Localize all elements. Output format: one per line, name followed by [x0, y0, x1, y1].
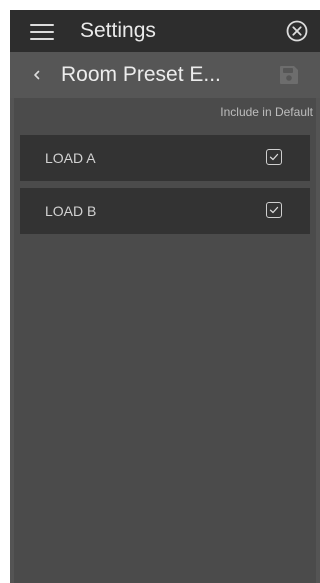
chevron-left-icon[interactable] [30, 66, 44, 84]
include-checkbox[interactable] [266, 149, 282, 165]
column-header: Include in Default [220, 105, 313, 119]
list-item-load-b[interactable]: LOAD B [20, 188, 310, 234]
list-item-label: LOAD B [45, 203, 97, 219]
page-title: Room Preset E... [61, 63, 221, 86]
checkmark-icon [269, 153, 279, 161]
app-window: Settings Room Preset E... Include in Def… [10, 10, 320, 583]
save-disk-icon[interactable] [278, 64, 300, 86]
top-header: Settings [10, 10, 320, 52]
close-circle-icon[interactable] [286, 20, 308, 42]
header-title: Settings [80, 19, 156, 42]
hamburger-menu-icon[interactable] [30, 23, 56, 40]
sub-header: Room Preset E... [10, 52, 320, 98]
content-panel: Include in Default LOAD A LOAD B [14, 98, 316, 583]
list-item-load-a[interactable]: LOAD A [20, 135, 310, 181]
include-checkbox[interactable] [266, 202, 282, 218]
checkmark-icon [269, 206, 279, 214]
list-item-label: LOAD A [45, 150, 96, 166]
